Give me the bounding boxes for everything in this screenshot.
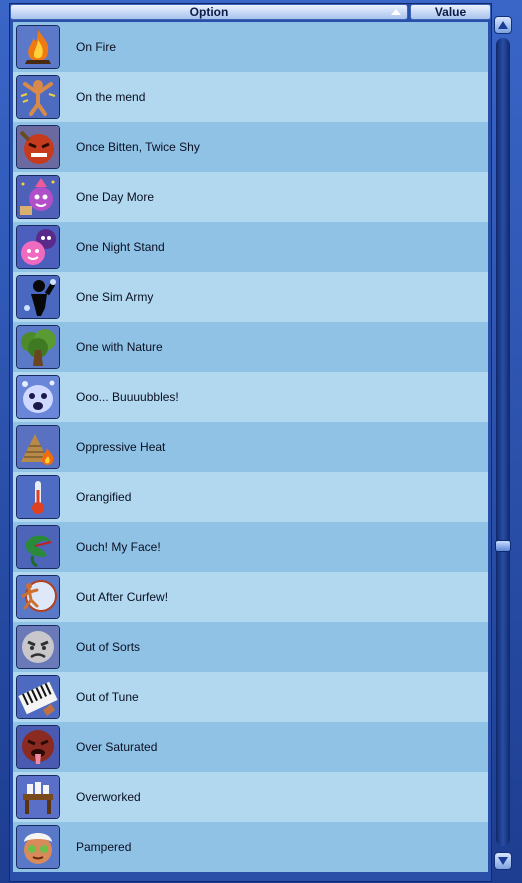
list-item-label: On Fire: [76, 40, 117, 54]
list-item-label: One Sim Army: [76, 290, 154, 304]
plant-monster-icon: [16, 525, 60, 569]
list-item[interactable]: Ooo... Buuuubbles!: [13, 372, 488, 422]
scroll-up-button[interactable]: [494, 16, 512, 34]
list-item[interactable]: Oppressive Heat: [13, 422, 488, 472]
arrow-down-icon: [498, 857, 508, 865]
angry-face-icon: [16, 125, 60, 169]
tree-icon: [16, 325, 60, 369]
list-item-label: On the mend: [76, 90, 146, 104]
list-item-label: One Night Stand: [76, 240, 165, 254]
list-item-label: Out of Tune: [76, 690, 139, 704]
desk-icon: [16, 775, 60, 819]
list-item-label: Pampered: [76, 840, 132, 854]
option-list: On Fire On the mend Once Bitten, Twice S…: [13, 22, 488, 872]
list-item[interactable]: Once Bitten, Twice Shy: [13, 122, 488, 172]
vertical-scrollbar[interactable]: [492, 14, 514, 872]
clock-runner-icon: [16, 575, 60, 619]
list-item[interactable]: On the mend: [13, 72, 488, 122]
thermometer-icon: [16, 475, 60, 519]
value-column-label: Value: [434, 5, 467, 19]
window-frame: Option Value On Fire On the mend Once Bi…: [0, 0, 522, 883]
fire-icon: [16, 25, 60, 69]
grumpy-face-icon: [16, 625, 60, 669]
list-item-label: One Day More: [76, 190, 155, 204]
list-item[interactable]: Pampered: [13, 822, 488, 872]
list-item-label: One with Nature: [76, 340, 163, 354]
list-item[interactable]: Ouch! My Face!: [13, 522, 488, 572]
list-item-label: Overworked: [76, 790, 141, 804]
tongue-face-icon: [16, 725, 60, 769]
option-column-label: Option: [189, 5, 229, 19]
option-column-header[interactable]: Option: [10, 4, 408, 20]
list-item[interactable]: Overworked: [13, 772, 488, 822]
spa-face-icon: [16, 825, 60, 869]
scroll-down-button[interactable]: [494, 852, 512, 870]
list-item-label: Once Bitten, Twice Shy: [76, 140, 200, 154]
list-item-label: Oppressive Heat: [76, 440, 166, 454]
list-item-label: Out After Curfew!: [76, 590, 169, 604]
recovering-sim-icon: [16, 75, 60, 119]
value-column-header[interactable]: Value: [410, 4, 491, 20]
list-item[interactable]: One Night Stand: [13, 222, 488, 272]
list-header: Option Value: [10, 4, 491, 20]
list-item[interactable]: Out After Curfew!: [13, 572, 488, 622]
list-item-label: Orangified: [76, 490, 132, 504]
keyboard-icon: [16, 675, 60, 719]
party-face-icon: [16, 175, 60, 219]
list-item-label: Over Saturated: [76, 740, 158, 754]
list-item[interactable]: Orangified: [13, 472, 488, 522]
arrow-up-icon: [498, 21, 508, 29]
scrollbar-track[interactable]: [496, 38, 510, 846]
silhouette-icon: [16, 275, 60, 319]
sort-ascending-icon: [391, 9, 401, 15]
pyramid-fire-icon: [16, 425, 60, 469]
list-item[interactable]: Over Saturated: [13, 722, 488, 772]
list-item[interactable]: Out of Sorts: [13, 622, 488, 672]
list-item[interactable]: One Sim Army: [13, 272, 488, 322]
list-item-label: Ouch! My Face!: [76, 540, 161, 554]
option-list-panel: Option Value On Fire On the mend Once Bi…: [9, 3, 492, 882]
list-item[interactable]: On Fire: [13, 22, 488, 72]
list-item[interactable]: Out of Tune: [13, 672, 488, 722]
bubble-face-icon: [16, 375, 60, 419]
pink-faces-icon: [16, 225, 60, 269]
scrollbar-thumb[interactable]: [495, 540, 511, 552]
list-item-label: Ooo... Buuuubbles!: [76, 390, 179, 404]
list-item[interactable]: One Day More: [13, 172, 488, 222]
list-item[interactable]: One with Nature: [13, 322, 488, 372]
list-item-label: Out of Sorts: [76, 640, 141, 654]
